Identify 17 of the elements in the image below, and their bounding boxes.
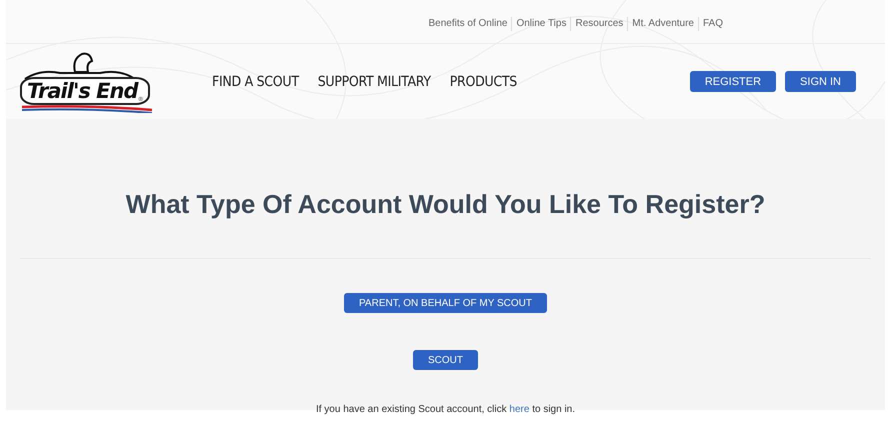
page-heading: What Type Of Account Would You Like To Register? [124, 189, 766, 220]
sign-in-link[interactable]: here [509, 404, 530, 415]
account-type-button[interactable]: SCOUT [413, 350, 478, 370]
sign-in-button[interactable]: SIGN IN [785, 71, 856, 92]
account-type-button[interactable]: PARENT, ON BEHALF OF MY SCOUT [344, 293, 547, 313]
nav-link[interactable]: SUPPORT MILITARY [318, 74, 431, 90]
top-link[interactable]: Benefits of Online [424, 17, 512, 31]
nav-link[interactable]: FIND A SCOUT [212, 74, 299, 90]
top-link[interactable]: Online Tips [511, 17, 570, 31]
top-link[interactable]: Mt. Adventure [627, 17, 698, 31]
logo-text: Trail's End [27, 78, 138, 102]
register-button[interactable]: REGISTER [690, 71, 776, 92]
top-link[interactable]: FAQ [698, 17, 727, 31]
sign-in-note: If you have an existing Scout account, click here to sign in. [314, 404, 576, 415]
nav-link[interactable]: PRODUCTS [450, 74, 517, 90]
top-link[interactable]: Resources [570, 17, 628, 31]
flag-stripes-icon [20, 104, 154, 112]
